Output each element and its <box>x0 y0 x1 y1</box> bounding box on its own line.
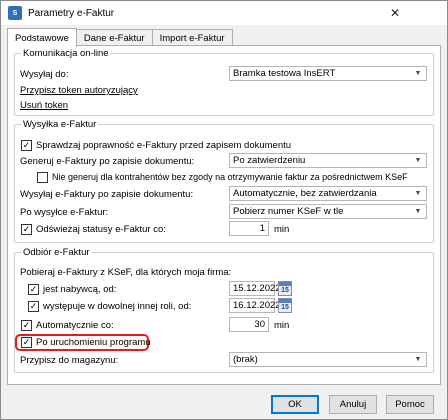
tab-podstawowe[interactable]: Podstawowe <box>7 28 77 47</box>
wysylaj-efaktury-label: Wysyłaj e-Faktury po zapisie dokumentu: <box>20 189 194 200</box>
anuluj-button[interactable]: Anuluj <box>329 395 377 414</box>
wysylaj-do-select[interactable]: Bramka testowa InsERT ▼ <box>229 66 427 81</box>
app-icon: S <box>8 6 22 20</box>
chevron-down-icon: ▼ <box>414 157 422 164</box>
tab-strip: Podstawowe Dane e-Faktur Import e-Faktur <box>7 28 233 47</box>
po-uruchomieniu-checkbox[interactable]: ✓ <box>21 337 32 348</box>
nabywca-checkbox[interactable]: ✓ <box>28 284 39 295</box>
nabywca-label: jest nabywcą, od: <box>43 284 117 295</box>
tab-import-efaktur[interactable]: Import e-Faktur <box>151 29 233 46</box>
wysylaj-efaktury-value: Automatycznie, bez zatwierdzania <box>233 188 377 199</box>
magazyn-label: Przypisz do magazynu: <box>20 355 119 366</box>
automatycznie-unit: min <box>274 320 290 331</box>
po-wysylce-label: Po wysyłce e-Faktur: <box>20 207 109 218</box>
wysylaj-efaktury-select[interactable]: Automatycznie, bez zatwierdzania ▼ <box>229 186 427 201</box>
inna-rola-label: występuje w dowolnej innej roli, od: <box>43 301 192 312</box>
generuj-select[interactable]: Po zatwierdzeniu ▼ <box>229 153 427 168</box>
chevron-down-icon: ▼ <box>414 190 422 197</box>
pomoc-button[interactable]: Pomoc <box>386 395 434 414</box>
generuj-value: Po zatwierdzeniu <box>233 155 306 166</box>
wysylaj-do-value: Bramka testowa InsERT <box>233 68 336 79</box>
ok-button[interactable]: OK <box>271 395 319 414</box>
group-komunikacja-legend: Komunikacja on-line <box>23 48 109 59</box>
odbior-intro-label: Pobieraj e-Faktury z KSeF, dla których m… <box>20 267 232 278</box>
window-title: Parametry e-Faktur <box>28 7 115 19</box>
usun-token-link[interactable]: Usuń token <box>20 100 68 111</box>
magazyn-value: (brak) <box>233 354 258 365</box>
automatycznie-label: Automatycznie co: <box>36 320 114 331</box>
calendar-icon[interactable]: 15 <box>278 281 292 296</box>
nabywca-date-input[interactable]: 15.12.2022 <box>229 281 281 296</box>
chevron-down-icon: ▼ <box>414 356 422 363</box>
odswiezaj-label: Odświeżaj statusy e-Faktur co: <box>36 224 166 235</box>
sprawdzaj-checkbox[interactable]: ✓ <box>21 140 32 151</box>
generuj-label: Generuj e-Faktury po zapisie dokumentu: <box>20 156 195 167</box>
wysylaj-do-label: Wysyłaj do: <box>20 69 69 80</box>
odswiezaj-checkbox[interactable]: ✓ <box>21 224 32 235</box>
odswiezaj-input[interactable]: 1 <box>229 221 269 236</box>
chevron-down-icon: ▼ <box>414 70 422 77</box>
odswiezaj-unit: min <box>274 224 290 235</box>
inna-rola-date-input[interactable]: 16.12.2022 <box>229 298 281 313</box>
tab-dane-efaktur[interactable]: Dane e-Faktur <box>75 29 153 46</box>
group-komunikacja: Komunikacja on-line <box>14 48 434 116</box>
przypisz-token-link[interactable]: Przypisz token autoryzujący <box>20 85 138 96</box>
po-uruchomieniu-label: Po uruchomieniu programu <box>36 337 151 348</box>
title-bar: S Parametry e-Faktur ✕ <box>1 1 447 25</box>
dialog-window: S Parametry e-Faktur ✕ Podstawowe Dane e… <box>0 0 448 420</box>
nie-generuj-checkbox[interactable] <box>37 172 48 183</box>
automatycznie-input[interactable]: 30 <box>229 317 269 332</box>
magazyn-select[interactable]: (brak) ▼ <box>229 352 427 367</box>
po-wysylce-value: Pobierz numer KSeF w tle <box>233 206 344 217</box>
tab-panel: Komunikacja on-line Wysyłaj do: Bramka t… <box>7 45 441 385</box>
group-wysylka-legend: Wysyłka e-Faktur <box>23 119 97 130</box>
chevron-down-icon: ▼ <box>414 208 422 215</box>
inna-rola-checkbox[interactable]: ✓ <box>28 301 39 312</box>
automatycznie-checkbox[interactable]: ✓ <box>21 320 32 331</box>
calendar-icon[interactable]: 15 <box>278 298 292 313</box>
group-odbior-legend: Odbiór e-Faktur <box>23 247 90 258</box>
po-wysylce-select[interactable]: Pobierz numer KSeF w tle ▼ <box>229 204 427 219</box>
sprawdzaj-label: Sprawdzaj poprawność e-Faktury przed zap… <box>36 140 292 151</box>
close-icon[interactable]: ✕ <box>378 1 412 25</box>
nie-generuj-label: Nie generuj dla kontrahentów bez zgody n… <box>52 172 408 182</box>
